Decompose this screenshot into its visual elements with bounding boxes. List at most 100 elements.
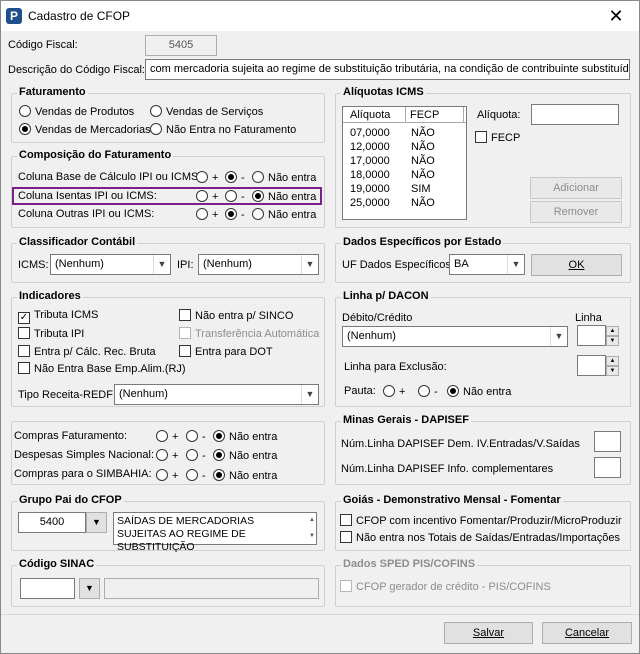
coluna-outras-label: Coluna Outras IPI ou ICMS: (18, 208, 155, 220)
chevron-down-icon: ▼ (153, 255, 170, 274)
radio-vendas-mercadorias[interactable]: Vendas de Mercadorias (19, 123, 151, 137)
ipi-select[interactable]: (Nenhum) ▼ (198, 254, 319, 275)
despesas-simples-label: Despesas Simples Nacional: (14, 449, 155, 461)
dapisef-info-input[interactable] (594, 457, 621, 478)
compras-faturamento-nao-entra[interactable]: Não entra (213, 430, 277, 444)
despesas-simples-minus[interactable]: - (186, 449, 206, 463)
icms-select[interactable]: (Nenhum) ▼ (50, 254, 171, 275)
entra-calc-checkbox[interactable]: Entra p/ Cálc. Rec. Bruta (18, 345, 156, 359)
radio-vendas-servicos[interactable]: Vendas de Serviços (150, 105, 263, 119)
table-row[interactable]: 07,0000 NÃO (350, 126, 435, 140)
adicionar-button[interactable]: Adicionar (530, 177, 622, 199)
app-logo-icon: P (6, 8, 22, 24)
aliquotas-table[interactable]: Alíquota FECP 07,0000 NÃO 12,0000 NÃO 17,0… (342, 106, 467, 220)
scroll-up-icon: ▲ (309, 517, 315, 523)
grupo-pai-code-field[interactable]: 5400 (18, 512, 86, 533)
codigo-field[interactable]: 5405 (145, 35, 217, 56)
compras-simbahia-plus[interactable]: + (156, 469, 178, 483)
table-header: Alíquota FECP (343, 107, 466, 123)
classificador-title: Classificador Contábil (17, 236, 138, 248)
table-row[interactable]: 19,0000 SIM (350, 182, 431, 196)
cancelar-button[interactable]: Cancelar (542, 622, 632, 644)
coluna-outras-plus[interactable]: + (196, 208, 218, 222)
aliquota-input[interactable] (531, 104, 619, 125)
dapisef-dem-input[interactable] (594, 431, 621, 452)
arrow-down-icon: ▼ (606, 366, 619, 376)
table-row[interactable]: 18,0000 NÃO (350, 168, 435, 182)
arrow-up-icon: ▲ (606, 356, 619, 366)
debito-select[interactable]: (Nenhum) ▼ (342, 326, 568, 347)
coluna-isentas-nao-entra[interactable]: Não entra (252, 190, 316, 204)
compras-faturamento-label: Compras Faturamento: (14, 430, 128, 442)
cfop-dialog: P Cadastro de CFOP ✕ Código Fiscal: 5405… (0, 0, 640, 654)
coluna-base-plus[interactable]: + (196, 171, 218, 185)
pauta-label: Pauta: (344, 385, 376, 397)
nao-sinco-checkbox[interactable]: Não entra p/ SINCO (179, 309, 293, 323)
transferencia-checkbox[interactable]: Transferência Automática (179, 327, 319, 341)
coluna-base-label: Coluna Base de Cálculo IPI ou ICMS: (18, 171, 202, 183)
close-icon[interactable]: ✕ (593, 1, 639, 31)
exclusao-stepper[interactable]: ▲ ▼ (577, 355, 619, 376)
compras-simbahia-nao-entra[interactable]: Não entra (213, 469, 277, 483)
entra-dot-checkbox[interactable]: Entra para DOT (179, 345, 273, 359)
uf-select[interactable]: BA ▼ (449, 254, 525, 275)
chevron-down-icon: ▼ (301, 255, 318, 274)
faturamento-title: Faturamento (17, 86, 88, 98)
table-row[interactable]: 17,0000 NÃO (350, 154, 435, 168)
sinac-code-input[interactable] (20, 578, 75, 599)
title-bar: P Cadastro de CFOP ✕ (1, 1, 639, 31)
coluna-outras-minus[interactable]: - (225, 208, 245, 222)
fomentar-incentivo-checkbox[interactable]: CFOP com incentivo Fomentar/Produzir/Mic… (340, 514, 622, 528)
coluna-base-nao-entra[interactable]: Não entra (252, 171, 316, 185)
aliquota-label: Alíquota: (477, 109, 521, 121)
radio-vendas-produtos[interactable]: Vendas de Produtos (19, 105, 134, 119)
coluna-outras-nao-entra[interactable]: Não entra (252, 208, 316, 222)
goias-title: Goiás - Demonstrativo Mensal - Fomentar (341, 494, 563, 506)
col-fecp-header[interactable]: FECP (406, 107, 464, 123)
chevron-down-icon: ▼ (301, 385, 318, 404)
sinac-dropdown-button[interactable]: ▼ (79, 578, 100, 599)
tributa-ipi-checkbox[interactable]: Tributa IPI (18, 327, 84, 341)
coluna-base-minus[interactable]: - (225, 171, 245, 185)
fomentar-totais-checkbox[interactable]: Não entra nos Totais de Saídas/Entradas/… (340, 531, 620, 545)
salvar-button[interactable]: Salvar (444, 622, 533, 644)
tipo-receita-label: Tipo Receita-REDF: (18, 389, 117, 401)
compras-faturamento-plus[interactable]: + (156, 430, 178, 444)
remover-button[interactable]: Remover (530, 201, 622, 223)
pauta-minus[interactable]: - (418, 385, 438, 399)
despesas-simples-nao-entra[interactable]: Não entra (213, 449, 277, 463)
minas-title: Minas Gerais - DAPISEF (341, 414, 471, 426)
descricao-field[interactable]: com mercadoria sujeita ao regime de subs… (145, 59, 630, 80)
compras-simbahia-minus[interactable]: - (186, 469, 206, 483)
ok-button[interactable]: OK (531, 254, 622, 276)
indicadores-title: Indicadores (17, 290, 83, 302)
nao-entra-base-checkbox[interactable]: Não Entra Base Emp.Alim.(RJ) (18, 362, 186, 376)
dados-estado-title: Dados Específicos por Estado (341, 236, 504, 248)
compras-simbahia-label: Compras para o SIMBAHIA: (14, 468, 152, 480)
col-aliquota-header[interactable]: Alíquota (343, 107, 406, 123)
minas-group: Minas Gerais - DAPISEF (335, 414, 631, 485)
arrow-up-icon: ▲ (606, 326, 619, 336)
compras-faturamento-minus[interactable]: - (186, 430, 206, 444)
grupo-pai-description: SAÍDAS DE MERCADORIAS SUJEITAS AO REGIME… (113, 512, 317, 553)
fecp-checkbox[interactable]: FECP (475, 131, 520, 145)
aliquotas-title: Alíquotas ICMS (341, 86, 426, 98)
despesas-simples-plus[interactable]: + (156, 449, 178, 463)
grupo-pai-dropdown-button[interactable]: ▼ (86, 512, 107, 533)
uf-label: UF Dados Específicos: (342, 259, 454, 271)
pauta-plus[interactable]: + (383, 385, 405, 399)
table-row[interactable]: 25,0000 NÃO (350, 196, 435, 210)
pauta-nao-entra[interactable]: Não entra (447, 385, 511, 399)
table-row[interactable]: 12,0000 NÃO (350, 140, 435, 154)
chevron-down-icon: ▼ (85, 583, 94, 593)
coluna-isentas-minus[interactable]: - (225, 190, 245, 204)
radio-nao-entra-faturamento[interactable]: Não Entra no Faturamento (150, 123, 296, 137)
sped-gerador-checkbox[interactable]: CFOP gerador de crédito - PIS/COFINS (340, 580, 551, 594)
tipo-receita-select[interactable]: (Nenhum) ▼ (114, 384, 319, 405)
composicao-title: Composição do Faturamento (17, 149, 174, 161)
coluna-isentas-plus[interactable]: + (196, 190, 218, 204)
icms-label: ICMS: (18, 259, 49, 271)
sped-title: Dados SPED PIS/COFINS (341, 558, 478, 570)
linha-stepper[interactable]: ▲ ▼ (577, 325, 619, 346)
tributa-icms-checkbox[interactable]: ✓ Tributa ICMS (18, 309, 98, 324)
